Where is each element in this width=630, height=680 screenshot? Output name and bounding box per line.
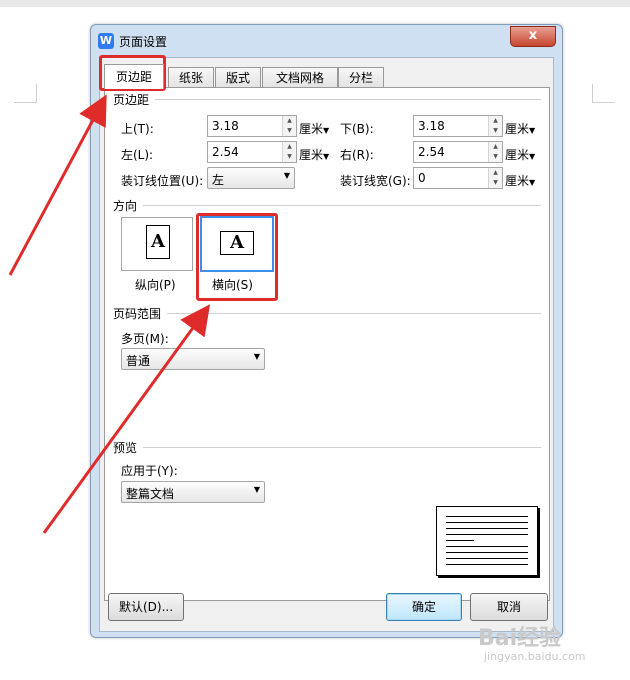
baidu-watermark: Bai经验 — [478, 626, 562, 651]
arrow-to-margins-tab — [8, 94, 107, 276]
tab-margins[interactable]: 页边距 — [104, 64, 164, 89]
baidu-watermark-url: jingyan.baidu.com — [484, 650, 586, 663]
annotation-arrows — [8, 94, 211, 534]
arrow-to-landscape — [42, 304, 211, 534]
